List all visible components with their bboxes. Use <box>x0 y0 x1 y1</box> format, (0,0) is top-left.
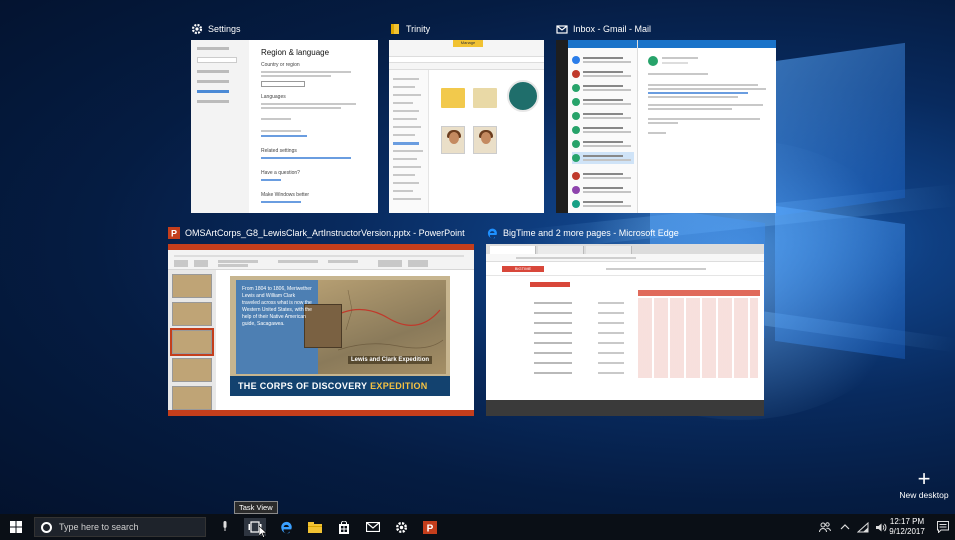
settings-subheading: Country or region <box>261 62 300 68</box>
cortana-icon <box>41 521 52 533</box>
mail-app-rail <box>556 40 568 213</box>
folder-icon[interactable] <box>441 88 465 108</box>
window-mail[interactable]: Inbox - Gmail - Mail <box>556 21 776 213</box>
window-title-settings: Settings <box>191 21 241 37</box>
windows-start-icon[interactable] <box>10 521 22 533</box>
photo-thumbnail[interactable] <box>441 126 465 154</box>
new-desktop-button[interactable]: + New desktop <box>893 466 955 501</box>
settings-sidebar <box>191 40 249 213</box>
powerpoint-thumbnail[interactable]: From 1804 to 1806, Meriwether Lewis and … <box>168 244 474 416</box>
new-desktop-label: New desktop <box>899 490 949 500</box>
taskbar-settings[interactable] <box>390 518 412 536</box>
powerpoint-icon: P <box>423 520 437 534</box>
powerpoint-current-slide[interactable]: From 1804 to 1806, Meriwether Lewis and … <box>230 276 450 396</box>
slide-title-banner: THE CORPS OF DISCOVERY EXPEDITION <box>238 381 428 391</box>
plus-icon: + <box>917 466 931 491</box>
explorer-ribbon: Manage <box>389 40 544 70</box>
taskbar-mail[interactable] <box>362 518 384 536</box>
settings-languages-heading: Languages <box>261 94 286 100</box>
search-placeholder: Type here to search <box>59 522 139 532</box>
svg-text:P: P <box>427 523 434 534</box>
window-title-mail: Inbox - Gmail - Mail <box>556 21 651 37</box>
svg-text:P: P <box>171 229 177 239</box>
gear-icon <box>191 23 203 35</box>
gear-icon <box>395 521 407 533</box>
slide-map-caption: Lewis and Clark Expedition <box>348 356 433 364</box>
taskbar-search-box[interactable]: Type here to search <box>34 517 206 537</box>
taskbar-powerpoint[interactable]: P <box>419 518 441 536</box>
taskbar-store[interactable] <box>333 518 355 536</box>
settings-related-heading: Related settings <box>261 148 297 154</box>
settings-feedback-heading: Make Windows better <box>261 192 310 198</box>
settings-heading: Region & language <box>261 48 330 57</box>
clock-date: 9/12/2017 <box>889 527 925 536</box>
taskbar: Type here to search P 12:17 PM 9/12/2017 <box>0 514 955 540</box>
network-icon[interactable] <box>857 522 869 533</box>
people-icon[interactable] <box>819 521 831 533</box>
bigtime-footer <box>486 400 764 416</box>
microphone-icon[interactable] <box>222 521 228 532</box>
action-center-icon[interactable] <box>937 521 949 533</box>
taskbar-clock[interactable]: 12:17 PM 9/12/2017 <box>885 517 929 537</box>
folder-icon <box>308 522 322 533</box>
photo-thumbnail[interactable] <box>473 126 497 154</box>
powerpoint-ribbon <box>168 244 474 270</box>
timesheet-grid <box>638 298 758 378</box>
timesheet-header-row <box>530 290 760 298</box>
document-thumbnail[interactable] <box>473 88 497 108</box>
mail-thumbnail[interactable] <box>556 40 776 213</box>
bigtime-header: BIGTIME <box>486 262 764 276</box>
slide-body-text: From 1804 to 1806, Meriwether Lewis and … <box>242 286 312 327</box>
settings-title-label: Settings <box>208 24 241 34</box>
mail-message-list <box>568 40 638 213</box>
edge-thumbnail[interactable]: BIGTIME <box>486 244 764 416</box>
folder-icon <box>391 24 399 34</box>
explorer-navigation-pane <box>389 70 429 213</box>
edge-title-label: BigTime and 2 more pages - Microsoft Edg… <box>503 228 679 238</box>
mail-icon <box>556 25 568 34</box>
chevron-up-icon[interactable] <box>840 523 850 531</box>
window-title-explorer: Trinity <box>389 21 430 37</box>
explorer-manage-tab: Manage <box>460 40 476 45</box>
window-powerpoint[interactable]: P OMSArtCorps_G8_LewisClark_ArtInstructo… <box>168 225 474 417</box>
explorer-thumbnail[interactable]: Manage <box>389 40 544 213</box>
mouse-cursor-icon <box>259 526 267 538</box>
window-title-edge: BigTime and 2 more pages - Microsoft Edg… <box>486 225 679 241</box>
clock-time: 12:17 PM <box>889 517 925 526</box>
image-thumbnail[interactable] <box>507 80 539 112</box>
task-view-tooltip: Task View <box>234 501 278 514</box>
window-settings[interactable]: Settings Region & language Country or re… <box>191 21 378 213</box>
powerpoint-icon: P <box>168 227 180 239</box>
edge-icon <box>281 521 292 534</box>
powerpoint-status-bar <box>168 410 474 416</box>
mail-title-label: Inbox - Gmail - Mail <box>573 24 652 34</box>
window-file-explorer[interactable]: Trinity Manage <box>389 21 544 213</box>
edge-address-bar <box>486 254 764 262</box>
taskbar-edge[interactable] <box>275 518 297 536</box>
powerpoint-title-label: OMSArtCorps_G8_LewisClark_ArtInstructorV… <box>185 228 465 238</box>
settings-thumbnail[interactable]: Region & language Country or region Lang… <box>191 40 378 213</box>
window-edge[interactable]: BigTime and 2 more pages - Microsoft Edg… <box>486 225 764 417</box>
window-title-powerpoint: P OMSArtCorps_G8_LewisClark_ArtInstructo… <box>168 225 465 241</box>
explorer-title-label: Trinity <box>406 24 431 34</box>
bigtime-logo: BIGTIME <box>502 266 544 272</box>
mail-icon <box>366 522 380 532</box>
taskbar-file-explorer[interactable] <box>304 518 326 536</box>
store-bag-icon <box>339 520 349 534</box>
powerpoint-slide-panel <box>168 270 216 410</box>
edge-icon <box>487 228 497 239</box>
edge-tab-strip <box>486 244 764 254</box>
settings-question-heading: Have a question? <box>261 170 300 176</box>
